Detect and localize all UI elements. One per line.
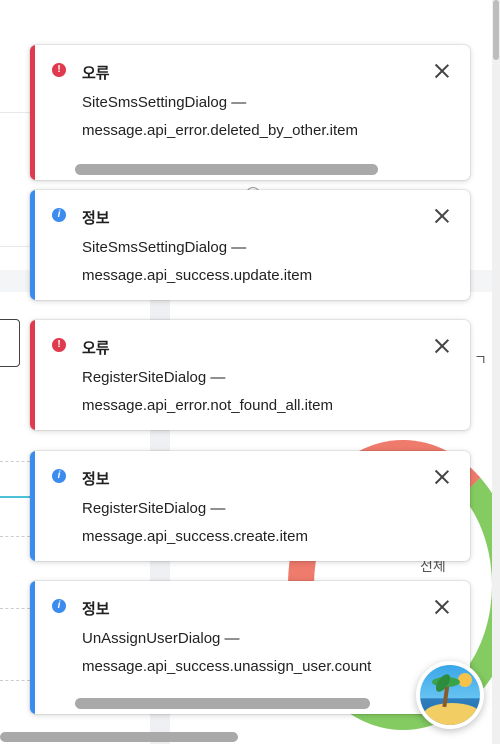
toast-body: UnAssignUserDialog — message.api_success… — [82, 625, 378, 681]
toast-source: SiteSmsSettingDialog — — [82, 94, 247, 111]
close-icon[interactable] — [434, 63, 450, 79]
gridline — [0, 608, 30, 609]
close-icon[interactable] — [434, 469, 450, 485]
toast-accent-bar — [30, 320, 35, 430]
toast-accent-bar — [30, 190, 35, 300]
toast-source: RegisterSiteDialog — — [82, 369, 226, 386]
gridline — [0, 536, 30, 537]
info-icon: i — [52, 469, 66, 483]
toast-body: SiteSmsSettingDialog — message.api_error… — [82, 89, 405, 145]
divider — [0, 246, 30, 247]
vertical-scrollbar-thumb[interactable] — [493, 0, 499, 60]
toast-body: RegisterSiteDialog — message.api_success… — [82, 495, 405, 551]
toast-info: i 정보 UnAssignUserDialog — message.api_su… — [30, 581, 470, 714]
toast-message: message.api_success.create.item — [82, 528, 308, 545]
toast-message: message.api_error.not_found_all.item — [82, 397, 333, 414]
toast-horizontal-scrollbar[interactable] — [75, 698, 370, 709]
toast-title: 오류 — [82, 340, 110, 357]
close-icon[interactable] — [434, 338, 450, 354]
toast-title: 정보 — [82, 210, 110, 227]
partial-label: ㄱ — [474, 352, 487, 368]
error-icon: ! — [52, 338, 66, 352]
toast-source: UnAssignUserDialog — — [82, 630, 240, 647]
filter-input[interactable] — [0, 319, 20, 367]
toast-source: RegisterSiteDialog — — [82, 500, 226, 517]
toast-accent-bar — [30, 45, 35, 180]
toast-title: 정보 — [82, 601, 110, 618]
toast-message: message.api_success.unassign_user.count — [82, 658, 372, 675]
toast-message: message.api_success.update.item — [82, 267, 313, 284]
gridline — [0, 680, 30, 681]
close-icon[interactable] — [434, 599, 450, 615]
toast-error: ! 오류 SiteSmsSettingDialog — message.api_… — [30, 45, 470, 180]
toast-horizontal-scrollbar[interactable] — [75, 164, 378, 175]
toast-source: SiteSmsSettingDialog — — [82, 239, 247, 256]
toast-message: message.api_error.deleted_by_other.item — [82, 122, 359, 139]
divider — [0, 112, 30, 113]
toast-title: 오류 — [82, 65, 110, 82]
info-icon: i — [52, 208, 66, 222]
chart-series-line — [0, 496, 30, 498]
beach-palm-icon[interactable] — [416, 661, 484, 729]
toast-title: 정보 — [82, 471, 110, 488]
toast-accent-bar — [30, 581, 35, 714]
vertical-scrollbar[interactable] — [492, 0, 500, 744]
info-icon: i — [52, 599, 66, 613]
toast-info: i 정보 RegisterSiteDialog — message.api_su… — [30, 451, 470, 561]
error-icon: ! — [52, 63, 66, 77]
toast-accent-bar — [30, 451, 35, 561]
horizontal-scrollbar-thumb[interactable] — [0, 732, 238, 742]
toast-body: SiteSmsSettingDialog — message.api_succe… — [82, 234, 405, 290]
gridline — [0, 461, 30, 462]
fab-image — [420, 665, 480, 725]
toast-error: ! 오류 RegisterSiteDialog — message.api_er… — [30, 320, 470, 430]
toast-info: i 정보 SiteSmsSettingDialog — message.api_… — [30, 190, 470, 300]
toast-body: RegisterSiteDialog — message.api_error.n… — [82, 364, 405, 420]
close-icon[interactable] — [434, 208, 450, 224]
